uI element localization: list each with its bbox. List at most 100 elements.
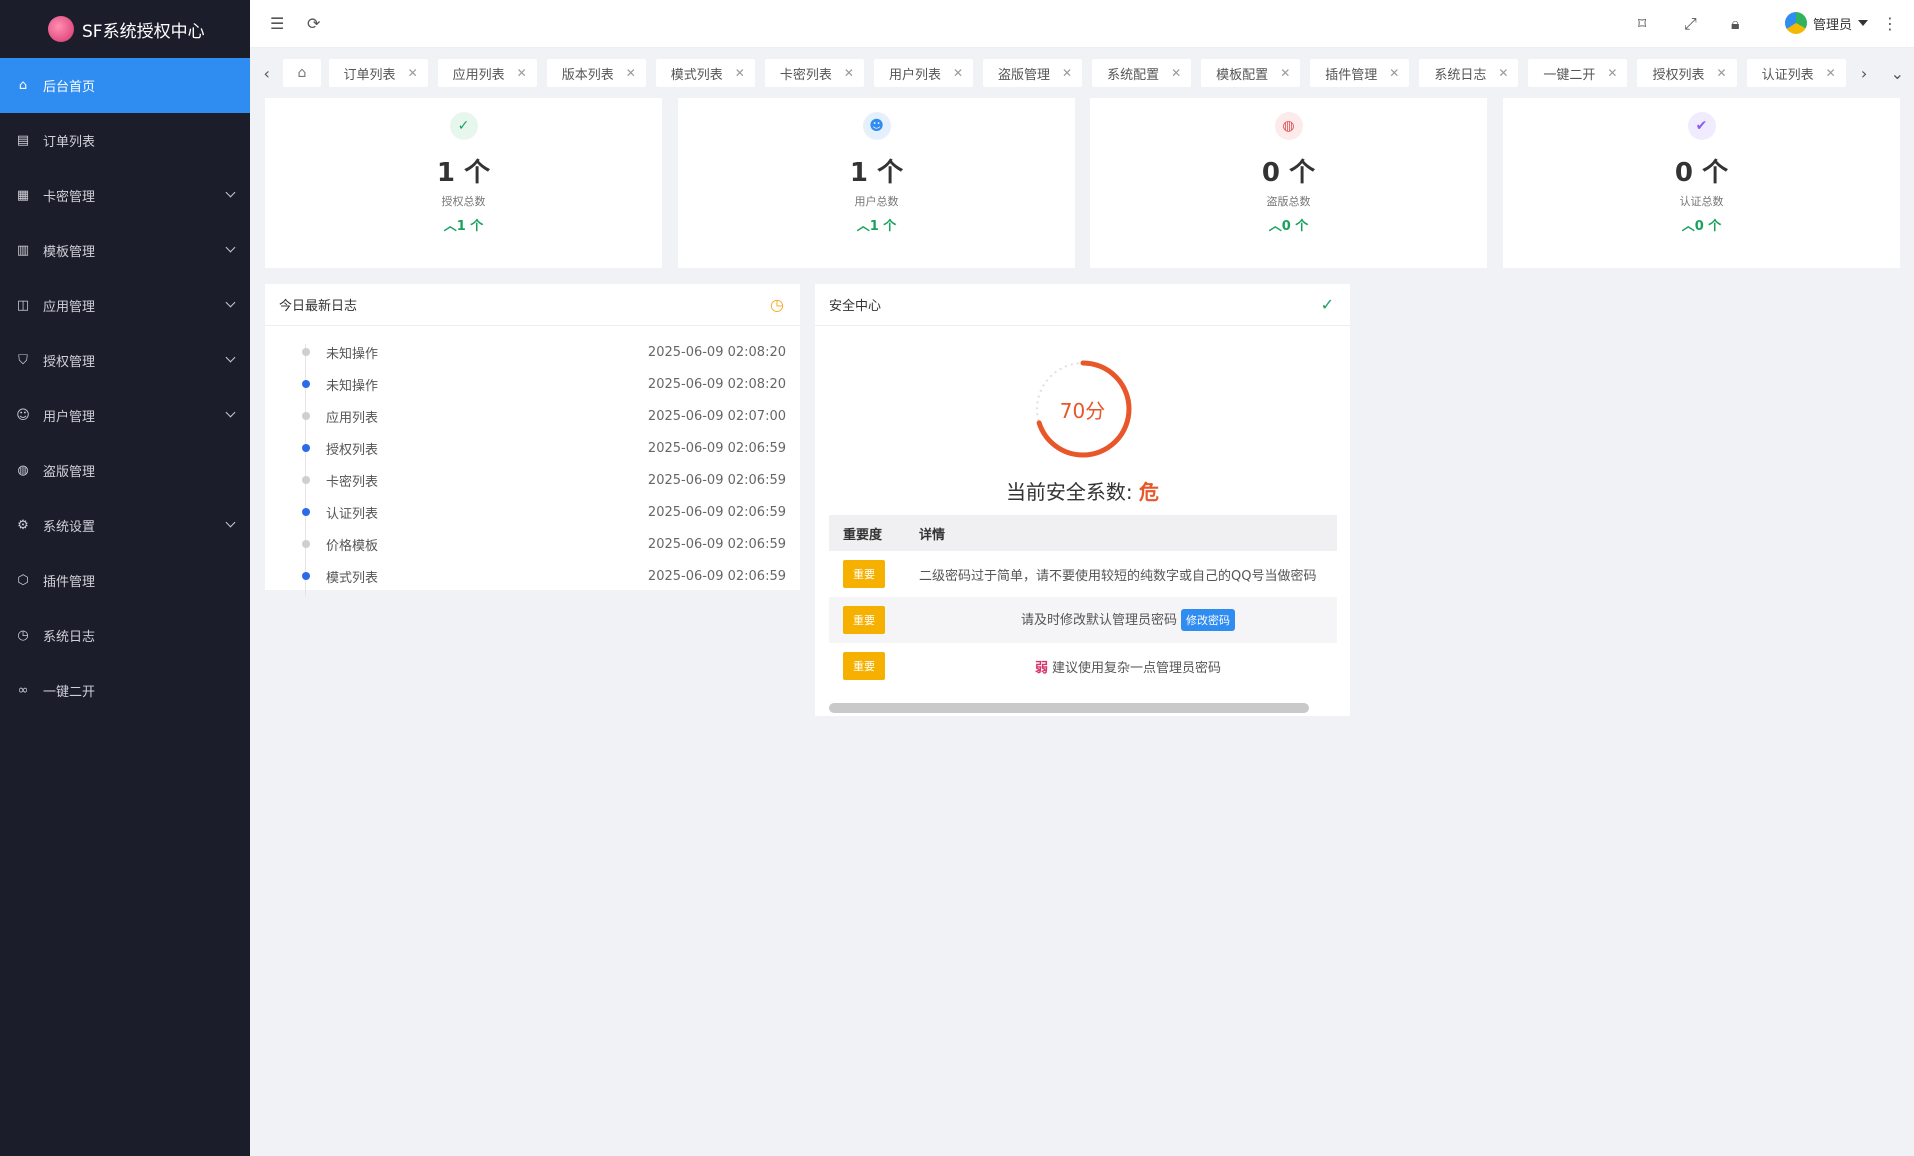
tabs-dropdown-icon[interactable]: ⌄	[1881, 56, 1914, 90]
sidebar-item-7[interactable]: ◍ 盗版管理	[0, 443, 250, 498]
close-icon[interactable]: ✕	[1389, 66, 1399, 80]
sidebar-item-6[interactable]: ☺ 用户管理	[0, 388, 250, 443]
security-panel: 安全中心 ✓ 70分 当前安全系数: 危 重要度 详情 重要 二级密码过于简单，请…	[815, 284, 1350, 716]
tabs-next-icon[interactable]: ›	[1847, 56, 1880, 90]
tab-home-icon[interactable]: ⌂	[283, 59, 321, 87]
sidebar-item-3[interactable]: ▥ 模板管理	[0, 223, 250, 278]
detail-cell: 请及时修改默认管理员密码 修改密码	[919, 609, 1337, 631]
tab-13[interactable]: 认证列表 ✕	[1746, 59, 1846, 87]
stat-trend: ︿1 个	[678, 215, 1075, 234]
refresh-icon[interactable]: ⟳	[307, 14, 320, 33]
close-icon[interactable]: ✕	[408, 66, 418, 80]
sidebar-item-5[interactable]: ⛉ 授权管理	[0, 333, 250, 388]
tabs-prev-icon[interactable]: ‹	[250, 56, 283, 90]
trend-value: 1 个	[456, 219, 484, 234]
stat-value: 0 个	[1261, 158, 1316, 188]
sidebar-item-0[interactable]: ⌂ 后台首页	[0, 58, 250, 113]
lock-icon[interactable]: 🔒︎	[1731, 14, 1740, 34]
trend-value: 0 个	[1694, 219, 1722, 234]
log-time: 2025-06-09 02:06:59	[647, 504, 786, 520]
sidebar-item-8[interactable]: ⚙ 系统设置	[0, 498, 250, 553]
tab-4[interactable]: 卡密列表 ✕	[764, 59, 864, 87]
log-panel: 今日最新日志 ◷ 未知操作 2025-06-09 02:08:20 未知操作 2…	[265, 284, 800, 596]
more-vertical-icon[interactable]: ⋮	[1882, 14, 1898, 33]
sidebar-item-4[interactable]: ◫ 应用管理	[0, 278, 250, 333]
tab-1[interactable]: 应用列表 ✕	[437, 59, 537, 87]
admin-menu[interactable]: 管理员	[1784, 12, 1868, 34]
log-time: 2025-06-09 02:08:20	[647, 344, 786, 360]
tabs-list: 订单列表 ✕ 应用列表 ✕ 版本列表 ✕ 模式列表 ✕ 卡密列表 ✕ 用户列表 ✕ 盗版管理 ✕ 系统配置 ✕…	[328, 59, 1848, 87]
tab-10[interactable]: 系统日志 ✕	[1419, 59, 1519, 87]
tab-7[interactable]: 系统配置 ✕	[1092, 59, 1192, 87]
caret-down-icon	[1858, 20, 1868, 26]
list-item: 价格模板 2025-06-09 02:06:59	[289, 528, 786, 560]
tab-2[interactable]: 版本列表 ✕	[546, 59, 646, 87]
close-icon[interactable]: ✕	[1717, 66, 1727, 80]
detail-cell: 弱建议使用复杂一点管理员密码	[919, 657, 1337, 676]
sidebar-item-label: 盗版管理	[43, 465, 96, 480]
sidebar-item-10[interactable]: ◷ 系统日志	[0, 608, 250, 663]
tab-11[interactable]: 一键二开 ✕	[1528, 59, 1628, 87]
shield-icon: ⛉	[18, 352, 28, 368]
tab-label: 认证列表	[1761, 67, 1814, 83]
close-icon[interactable]: ✕	[517, 66, 527, 80]
close-icon[interactable]: ✕	[735, 66, 745, 80]
tab-12[interactable]: 授权列表 ✕	[1637, 59, 1737, 87]
log-time: 2025-06-09 02:06:59	[647, 536, 786, 552]
tag-icon[interactable]: ⌑	[1638, 14, 1646, 33]
close-icon[interactable]: ✕	[626, 66, 636, 80]
detail-text: 二级密码过于简单，请不要使用较短的纯数字或自己的QQ号当做密码	[919, 568, 1317, 584]
timeline-dot	[302, 508, 310, 516]
stat-label: 用户总数	[854, 195, 899, 208]
stat-trend: ︿1 个	[265, 215, 662, 234]
menu-collapse-icon[interactable]: ☰	[270, 14, 284, 33]
security-status-prefix: 当前安全系数:	[1005, 480, 1133, 504]
close-icon[interactable]: ✕	[953, 66, 963, 80]
close-icon[interactable]: ✕	[1062, 66, 1072, 80]
close-icon[interactable]: ✕	[1826, 66, 1836, 80]
sidebar-item-9[interactable]: ⬡ 插件管理	[0, 553, 250, 608]
tab-label: 模式列表	[670, 67, 723, 83]
sidebar-item-label: 应用管理	[43, 300, 96, 315]
security-table: 重要度 详情 重要 二级密码过于简单，请不要使用较短的纯数字或自己的QQ号当做密码…	[829, 515, 1337, 689]
sidebar-item-1[interactable]: ▤ 订单列表	[0, 113, 250, 168]
close-icon[interactable]: ✕	[1607, 66, 1617, 80]
tab-5[interactable]: 用户列表 ✕	[873, 59, 974, 87]
close-icon[interactable]: ✕	[1280, 66, 1290, 80]
horizontal-scrollbar[interactable]	[829, 703, 1309, 713]
stat-value: 1 个	[849, 158, 904, 188]
col-detail: 详情	[919, 527, 946, 543]
logo[interactable]: SF系统授权中心	[0, 0, 250, 58]
sidebar-item-2[interactable]: ▦ 卡密管理	[0, 168, 250, 223]
stat-value: 1 个	[436, 158, 491, 188]
fullscreen-icon[interactable]: ⤢	[1684, 14, 1697, 34]
tab-3[interactable]: 模式列表 ✕	[655, 59, 755, 87]
list-item: 未知操作 2025-06-09 02:08:20	[289, 368, 786, 400]
list-item: 应用列表 2025-06-09 02:07:00	[289, 400, 786, 432]
importance-badge: 重要	[843, 652, 885, 680]
stat-card-3: ✔ 0 个 认证总数 ︿0 个	[1503, 98, 1900, 268]
tab-label: 插件管理	[1325, 67, 1378, 83]
tab-6[interactable]: 盗版管理 ✕	[983, 59, 1083, 87]
chevron-down-icon	[225, 407, 236, 418]
topbar: ☰ ⟳ ⌑ ⤢ 🔒︎ 管理员 ⋮	[250, 0, 1914, 48]
tab-label: 系统日志	[1434, 67, 1487, 83]
change-password-button[interactable]: 修改密码	[1181, 609, 1235, 631]
tab-0[interactable]: 订单列表 ✕	[328, 59, 428, 87]
clock-icon: ◷	[770, 295, 784, 314]
sidebar-item-label: 卡密管理	[43, 190, 96, 205]
tab-9[interactable]: 插件管理 ✕	[1310, 59, 1410, 87]
security-score-ring: 70分	[1028, 354, 1138, 464]
close-icon[interactable]: ✕	[844, 66, 854, 80]
close-icon[interactable]: ✕	[1498, 66, 1508, 80]
tab-label: 用户列表	[888, 67, 941, 83]
lotus-logo-icon	[48, 16, 74, 42]
list-item: 认证列表 2025-06-09 02:06:59	[289, 496, 786, 528]
list-item: 卡密列表 2025-06-09 02:06:59	[289, 464, 786, 496]
stat-trend: ︿0 个	[1090, 215, 1487, 234]
apps-icon: ◫	[16, 297, 30, 313]
close-icon[interactable]: ✕	[1171, 66, 1181, 80]
sidebar: SF系统授权中心 ⌂ 后台首页 ▤ 订单列表 ▦ 卡密管理 ▥ 模板管理 ◫ 应用管理 ⛉ 授权管理 ☺…	[0, 0, 250, 1156]
sidebar-item-11[interactable]: ∞ 一键二开	[0, 663, 250, 718]
tab-8[interactable]: 模板配置 ✕	[1201, 59, 1301, 87]
